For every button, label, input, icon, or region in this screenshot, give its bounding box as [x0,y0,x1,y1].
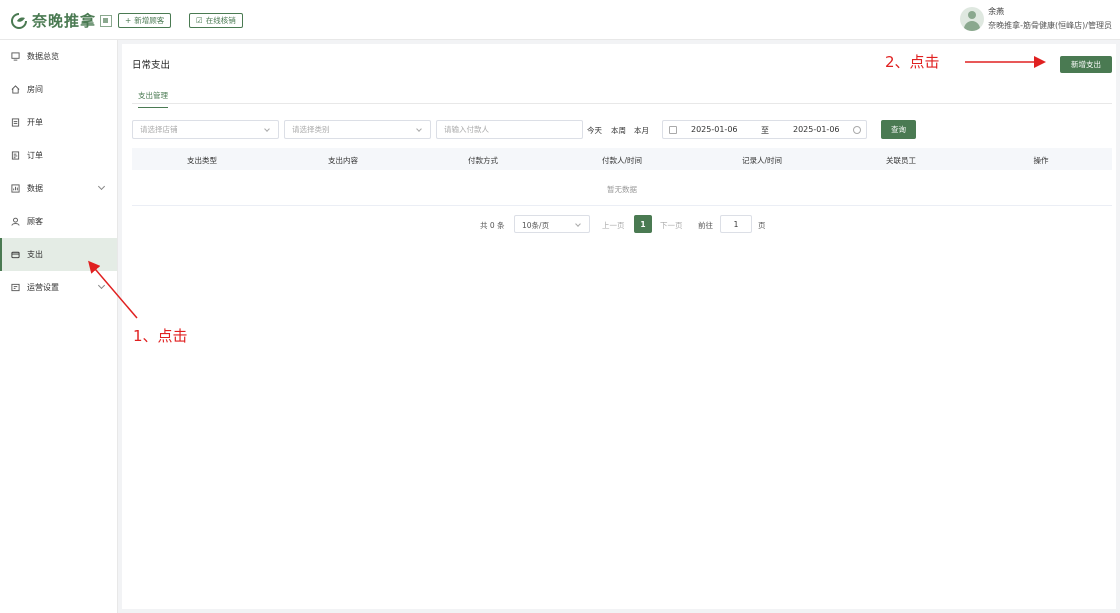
online-writeoff-label: 在线核销 [205,16,236,25]
page-title: 日常支出 [132,60,171,71]
avatar[interactable] [960,6,985,31]
main-content: 日常支出 新增支出 支出管理 请选择店铺 请选择类别 请输入付款人 今天 本周 … [118,40,1120,613]
chevron-down-icon [97,182,106,191]
sidebar-item-orders[interactable]: 订单 [0,139,117,172]
goto-page-input[interactable] [720,215,752,233]
store-select-placeholder: 请选择店铺 [140,125,178,134]
sidebar-item-rooms[interactable]: 房间 [0,73,117,106]
wallet-icon [11,251,20,259]
page-size-value: 10条/页 [522,221,550,230]
clear-icon[interactable] [853,126,861,134]
user-name: 余燕 [988,7,1005,16]
sidebar-item-label: 房间 [27,85,43,94]
chevron-down-icon [416,126,422,132]
sidebar-item-expenses[interactable]: 支出 [0,238,117,271]
next-page-button[interactable]: 下一页 [660,220,683,231]
document-icon [11,118,20,127]
expense-card: 日常支出 新增支出 支出管理 请选择店铺 请选择类别 请输入付款人 今天 本周 … [122,44,1116,609]
sidebar-item-label: 数据总览 [27,52,59,61]
tab-expense-management[interactable]: 支出管理 [138,90,168,108]
add-customer-label: 新增顾客 [134,16,165,25]
payer-input[interactable]: 请输入付款人 [436,120,583,139]
chart-icon [11,184,20,193]
settings-icon [11,283,20,292]
calendar-icon [669,126,677,134]
sidebar-item-operations-settings[interactable]: 运营设置 [0,271,117,304]
current-page[interactable]: 1 [634,215,652,233]
category-select-placeholder: 请选择类别 [292,125,330,134]
sidebar-item-label: 支出 [27,250,43,259]
sidebar-item-label: 开单 [27,118,43,127]
order-icon [11,151,20,160]
add-customer-button[interactable]: + 新增顾客 [118,13,172,28]
sidebar: 数据总览 房间 开单 订单 数据 顾客 支出 运营设置 [0,40,118,613]
date-range-picker[interactable]: 2025-01-06 至 2025-01-06 [662,120,867,139]
prev-page-button[interactable]: 上一页 [602,220,625,231]
date-start[interactable]: 2025-01-06 [691,125,738,134]
column-header: 关联员工 [886,156,916,165]
date-separator: 至 [761,126,769,135]
sidebar-item-data[interactable]: 数据 [0,172,117,205]
leaf-logo-icon [11,12,27,29]
qr-code-icon[interactable] [100,14,113,27]
user-profile[interactable]: 余燕 奈晚推拿-筋骨健康(恒峰店)/管理员 [960,6,1112,31]
goto-label: 前往 [698,221,713,230]
quick-this-week[interactable]: 本周 [611,125,626,136]
table-header: 支出类型 支出内容 付款方式 付款人/时间 记录人/时间 关联员工 操作 [132,148,1112,170]
monitor-icon [11,52,20,61]
sidebar-item-label: 运营设置 [27,283,59,292]
column-header: 支出内容 [328,156,358,165]
brand-name: 奈晚推拿 [32,12,97,30]
online-writeoff-button[interactable]: ☑ 在线核销 [189,13,243,28]
column-header: 付款人/时间 [601,156,643,165]
category-select[interactable]: 请选择类别 [284,120,431,139]
page-unit-label: 页 [758,221,766,230]
brand-logo: 奈晚推拿 [10,10,113,31]
plus-icon: + [125,16,132,25]
chevron-down-icon [264,126,270,132]
add-expense-button[interactable]: 新增支出 [1060,56,1112,73]
sidebar-item-customers[interactable]: 顾客 [0,205,117,238]
user-icon [11,217,20,226]
empty-state: 暂无数据 [607,185,637,194]
pagination: 共 0 条 10条/页 上一页 1 下一页 前往 页 [122,214,1116,234]
sidebar-item-label: 顾客 [27,217,43,226]
column-header: 支出类型 [187,156,217,165]
sidebar-item-label: 数据 [27,184,43,193]
column-header: 操作 [1033,156,1049,165]
edit-icon: ☑ [196,16,203,25]
column-header: 记录人/时间 [741,156,783,165]
user-org: 奈晚推拿-筋骨健康(恒峰店)/管理员 [988,21,1112,30]
store-select[interactable]: 请选择店铺 [132,120,279,139]
total-count: 共 0 条 [480,221,505,230]
annotation-step-2: 2、点击 [885,53,940,71]
chevron-down-icon [97,281,106,290]
page-size-select[interactable]: 10条/页 [514,215,590,233]
top-bar: 奈晚推拿 + 新增顾客 ☑ 在线核销 余燕 奈晚推拿-筋骨健康(恒峰店)/管理员 [0,0,1120,40]
annotation-step-1: 1、点击 [133,327,188,345]
date-end[interactable]: 2025-01-06 [793,125,840,134]
chevron-down-icon [575,221,581,227]
payer-input-placeholder: 请输入付款人 [444,125,489,134]
tab-bar: 支出管理 [132,84,1112,108]
home-icon [11,85,20,94]
sidebar-item-label: 订单 [27,151,43,160]
sidebar-item-overview[interactable]: 数据总览 [0,40,117,73]
table-body: 暂无数据 [132,170,1112,206]
quick-today[interactable]: 今天 [587,125,602,136]
column-header: 付款方式 [468,156,498,165]
sidebar-item-open-order[interactable]: 开单 [0,106,117,139]
quick-this-month[interactable]: 本月 [634,125,649,136]
search-button[interactable]: 查询 [881,120,916,139]
